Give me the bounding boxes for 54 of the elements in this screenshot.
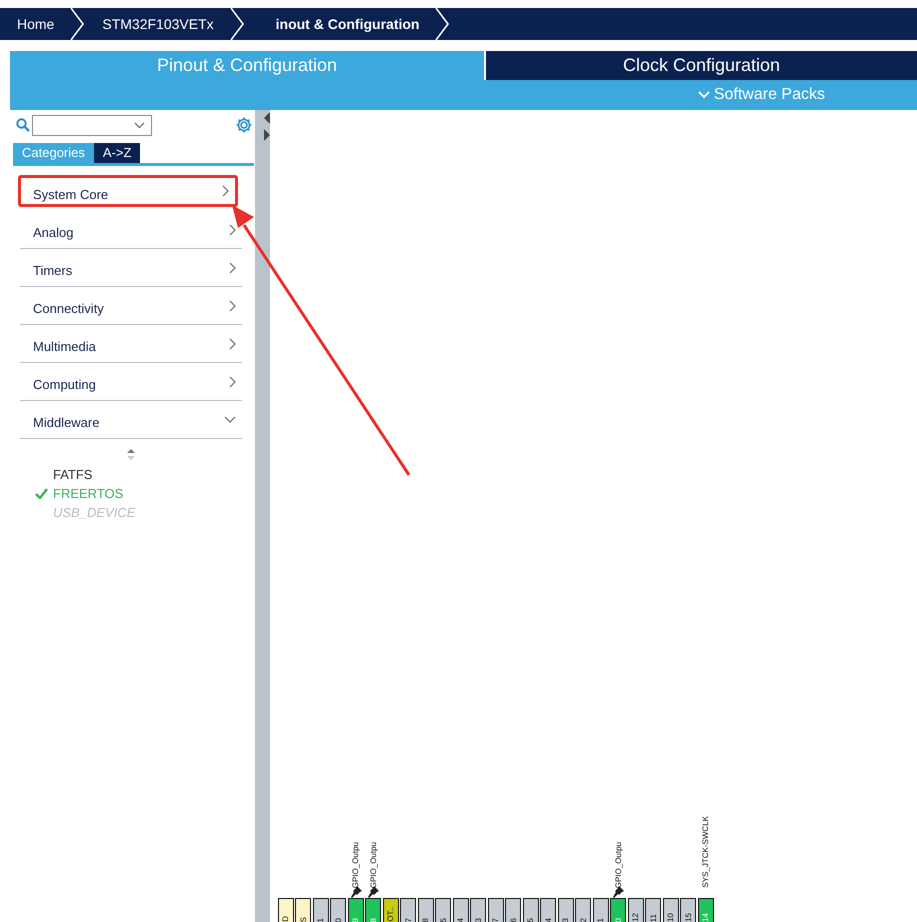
signal-label: GPIO_Outpu <box>351 842 360 888</box>
pin[interactable]: 7 <box>400 898 416 922</box>
pin[interactable]: 2 <box>575 898 592 922</box>
category-item[interactable]: Computing <box>20 363 242 401</box>
chevron-down-icon <box>224 416 236 423</box>
chevron-right-icon <box>229 224 236 236</box>
pin[interactable]: 3 <box>470 898 486 922</box>
breadcrumb-item[interactable]: Home <box>17 16 70 32</box>
package-entry[interactable]: FATFS <box>35 465 255 484</box>
category-item[interactable]: Timers <box>20 249 242 287</box>
chevron-icon <box>70 8 84 40</box>
pin[interactable]: 3 <box>558 898 574 922</box>
pin[interactable]: 6 <box>505 898 522 922</box>
tab[interactable]: Clock Configuration <box>484 51 917 80</box>
tab[interactable]: A->Z <box>94 143 140 163</box>
category-item[interactable]: System Core <box>18 175 238 207</box>
chevron-down-icon <box>698 91 710 99</box>
pin[interactable]: 11 <box>645 898 662 922</box>
pin[interactable]: 1 <box>312 898 329 922</box>
breadcrumb-item[interactable]: inout & Configuration <box>262 16 436 32</box>
pin[interactable]: 4 <box>452 898 469 922</box>
chevron-icon <box>435 8 450 40</box>
pin[interactable]: 12 <box>628 898 644 922</box>
pin[interactable]: D <box>278 898 294 922</box>
pin[interactable]: 5 <box>435 898 452 922</box>
pin[interactable]: 4 <box>540 898 556 922</box>
category-item[interactable]: Connectivity <box>20 287 242 325</box>
pin[interactable]: 15 <box>680 898 696 922</box>
pin[interactable]: OT.. <box>382 898 399 922</box>
breadcrumb-item[interactable]: STM32F103VETx <box>102 16 230 32</box>
chevron-icon <box>230 8 244 40</box>
category-item[interactable]: Middleware <box>20 401 242 439</box>
chevron-right-icon <box>229 300 236 312</box>
signal-label: GPIO_Outpu <box>614 842 623 888</box>
package-entry: USB_DEVICE <box>52 504 136 522</box>
pin[interactable]: S <box>295 898 312 922</box>
settings-icon[interactable] <box>235 116 253 134</box>
pin[interactable]: 10 <box>662 898 679 922</box>
chevron-right-icon <box>229 338 236 350</box>
signal-label: GPIO_Outpu <box>368 842 378 888</box>
pin[interactable]: 5 <box>522 898 539 922</box>
pin[interactable]: 8 <box>418 898 434 922</box>
chevron-right-icon <box>222 185 229 197</box>
signal-label: SYS_JTCK-SWCLK <box>701 816 710 888</box>
chevron-right-icon <box>229 376 236 388</box>
pin[interactable]: 7 <box>488 898 504 922</box>
category-item[interactable]: Multimedia <box>20 325 242 363</box>
collapse-arrows-icon[interactable] <box>263 112 271 142</box>
pin[interactable]: 0 <box>330 898 346 922</box>
chevron-right-icon <box>229 262 236 274</box>
search-icon[interactable] <box>16 118 30 132</box>
search-dropdown[interactable] <box>32 114 152 136</box>
pin[interactable]: 1 <box>592 898 609 922</box>
chevron-down-icon <box>134 122 145 128</box>
